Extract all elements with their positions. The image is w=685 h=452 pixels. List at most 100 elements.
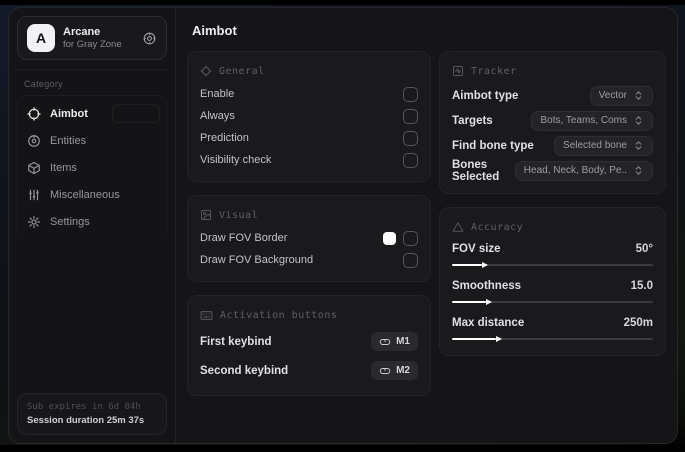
- setting-row-targets: Targets Bots, Teams, Coms: [452, 108, 653, 133]
- select-value: Bots, Teams, Coms: [540, 115, 627, 126]
- setting-label: Visibility check: [200, 154, 272, 166]
- tracker-card-title: Tracker: [452, 61, 653, 81]
- general-card-title: General: [200, 61, 418, 81]
- category-label: Category: [24, 79, 63, 89]
- sidebar-item-items[interactable]: Items: [20, 154, 164, 181]
- card-title-text: Visual: [219, 209, 259, 221]
- sidebar-divider: [15, 69, 169, 70]
- setting-row-first-keybind: First keybind M1: [200, 327, 418, 356]
- crosshair-icon: [200, 65, 212, 77]
- brand-name: Arcane: [63, 25, 101, 38]
- sidebar-item-aimbot[interactable]: Aimbot: [20, 100, 164, 127]
- card-title-text: General: [219, 65, 265, 77]
- setting-row-draw-fov-border: Draw FOV Border: [200, 227, 418, 249]
- keyboard-icon: [200, 309, 213, 322]
- setting-label: Second keybind: [200, 364, 289, 377]
- chevrons-up-down-icon: [633, 115, 644, 126]
- draw-fov-background-checkbox[interactable]: [403, 252, 418, 268]
- setting-row-draw-fov-background: Draw FOV Background: [200, 249, 418, 271]
- setting-label: Bones Selected: [452, 158, 500, 183]
- setting-row-enable: Enable: [200, 83, 418, 105]
- visual-card-title: Visual: [200, 205, 418, 225]
- setting-row-aimbot-type: Aimbot type Vector: [452, 83, 653, 108]
- select-value: Selected bone: [563, 140, 627, 151]
- gear-icon[interactable]: [142, 31, 157, 46]
- sidebar-item-miscellaneous[interactable]: Miscellaneous: [20, 181, 164, 208]
- setting-row-find-bone-type: Find bone type Selected bone: [452, 133, 653, 158]
- smoothness-slider[interactable]: [452, 298, 653, 306]
- brand-subtitle: for Gray Zone: [63, 38, 122, 50]
- max-distance-slider[interactable]: [452, 335, 653, 343]
- setting-label: Draw FOV Border: [200, 232, 288, 244]
- visibility-check-checkbox[interactable]: [403, 152, 418, 168]
- accuracy-card: Accuracy FOV size 50° Smoothness 15.0 Ma…: [439, 207, 666, 356]
- crosshair-icon: [27, 106, 41, 121]
- main-panel: Aimbot General Enable Always Prediction …: [176, 8, 677, 443]
- card-title-text: Activation buttons: [220, 309, 338, 321]
- card-title-text: Accuracy: [471, 221, 524, 233]
- targets-select[interactable]: Bots, Teams, Coms: [531, 110, 653, 131]
- watermark-ghost: [112, 104, 160, 123]
- keybind-value: M1: [396, 336, 410, 347]
- aimbot-type-select[interactable]: Vector: [589, 85, 653, 106]
- setting-label: Max distance: [452, 317, 525, 329]
- left-column: General Enable Always Prediction Visibil…: [187, 51, 431, 396]
- session-duration-text: Session duration 25m 37s: [27, 415, 145, 426]
- setting-label: Draw FOV Background: [200, 254, 314, 266]
- setting-label: Prediction: [200, 132, 249, 144]
- activation-buttons-card: Activation buttons First keybind M1 Seco…: [187, 295, 431, 396]
- second-keybind-button[interactable]: M2: [371, 361, 418, 380]
- sidebar-item-label: Aimbot: [50, 107, 88, 120]
- sidebar-item-label: Settings: [50, 215, 90, 228]
- sidebar-item-settings[interactable]: Settings: [20, 208, 164, 235]
- gear-icon: [27, 215, 41, 229]
- right-column: Tracker Aimbot type Vector Targets Bots,…: [439, 51, 666, 396]
- mouse-icon: [379, 365, 391, 377]
- accuracy-card-title: Accuracy: [452, 217, 653, 237]
- sliders-icon: [27, 188, 41, 202]
- first-keybind-button[interactable]: M1: [371, 332, 418, 351]
- package-icon: [27, 161, 41, 175]
- draw-fov-border-checkbox[interactable]: [403, 230, 418, 246]
- prediction-checkbox[interactable]: [403, 130, 418, 146]
- brand-card: A Arcane for Gray Zone: [17, 16, 167, 60]
- activity-icon: [452, 65, 464, 77]
- sidebar-item-entities[interactable]: Entities: [20, 127, 164, 154]
- mouse-icon: [379, 336, 391, 348]
- chevrons-up-down-icon: [633, 165, 644, 176]
- card-title-text: Tracker: [471, 65, 517, 77]
- find-bone-type-select[interactable]: Selected bone: [554, 135, 653, 156]
- always-checkbox[interactable]: [403, 108, 418, 124]
- general-card: General Enable Always Prediction Visibil…: [187, 51, 431, 182]
- activation-card-title: Activation buttons: [200, 305, 418, 325]
- image-icon: [200, 209, 212, 221]
- sidebar: A Arcane for Gray Zone Category Aimbot E…: [9, 8, 176, 443]
- content-area: General Enable Always Prediction Visibil…: [176, 47, 677, 406]
- setting-row-always: Always: [200, 105, 418, 127]
- sidebar-item-label: Entities: [50, 134, 87, 147]
- sidebar-item-label: Miscellaneous: [50, 188, 120, 201]
- brand-logo: A: [27, 24, 55, 52]
- cheat-menu-window: A Arcane for Gray Zone Category Aimbot E…: [8, 7, 678, 444]
- setting-row-visibility-check: Visibility check: [200, 149, 418, 171]
- page-header: Aimbot: [176, 8, 677, 47]
- setting-row-prediction: Prediction: [200, 127, 418, 149]
- brand-text: Arcane for Gray Zone: [63, 26, 134, 51]
- setting-label: First keybind: [200, 335, 272, 348]
- setting-group-smoothness: Smoothness 15.0: [452, 277, 653, 306]
- enable-checkbox[interactable]: [403, 86, 418, 102]
- setting-label: Targets: [452, 114, 493, 127]
- setting-label: Enable: [200, 88, 235, 100]
- fov-border-color-swatch[interactable]: [383, 231, 396, 245]
- setting-group-max-distance: Max distance 250m: [452, 314, 653, 343]
- setting-row-bones-selected: Bones Selected Head, Neck, Body, Pe..: [452, 158, 653, 183]
- select-value: Head, Neck, Body, Pe..: [523, 165, 627, 176]
- radar-icon: [27, 134, 41, 148]
- fov-size-slider[interactable]: [452, 261, 653, 269]
- sidebar-item-label: Items: [50, 161, 77, 174]
- setting-row-second-keybind: Second keybind M2: [200, 356, 418, 385]
- setting-label: Always: [200, 110, 235, 122]
- setting-label: Aimbot type: [452, 89, 519, 102]
- setting-label: Smoothness: [452, 280, 522, 292]
- bones-selected-select[interactable]: Head, Neck, Body, Pe..: [514, 160, 653, 181]
